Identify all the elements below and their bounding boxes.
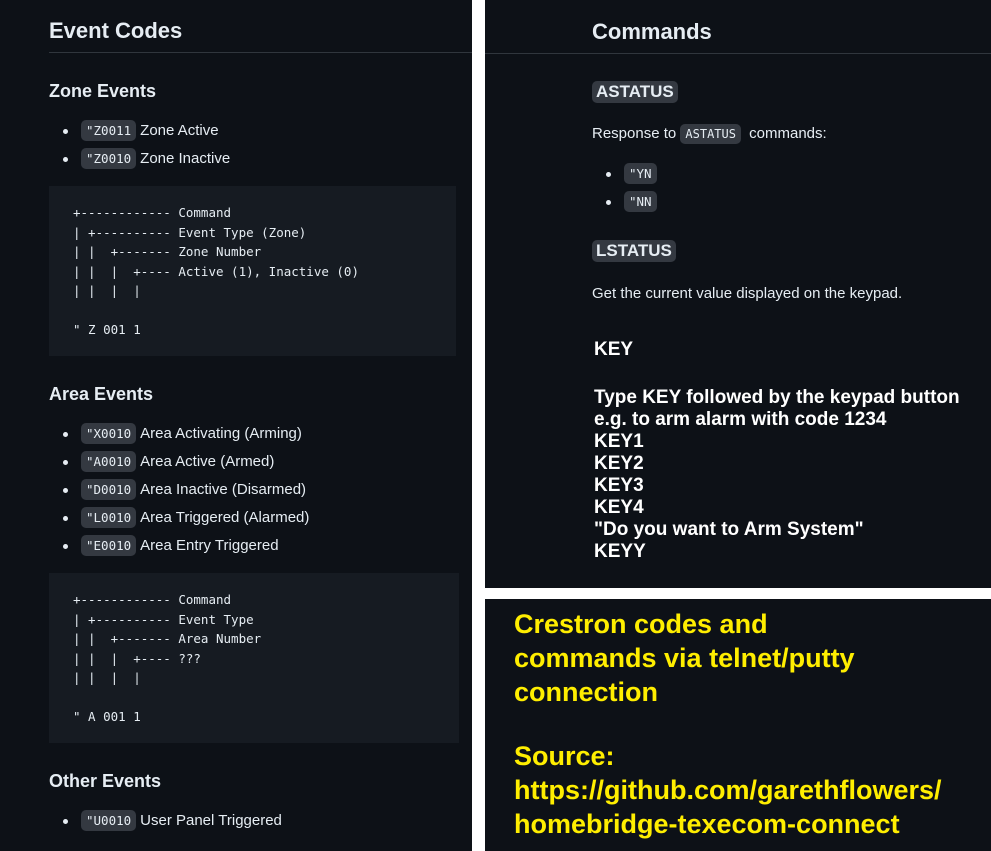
event-code: "Z0010	[81, 148, 137, 169]
list-item: "YN	[592, 160, 661, 188]
other-events-list: "U0010 User Panel Triggered	[49, 807, 282, 835]
key-line: e.g. to arm alarm with code 1234	[594, 409, 887, 430]
astatus-text-before: Response to	[592, 125, 677, 142]
list-item: "D0010 Area Inactive (Disarmed)	[49, 476, 309, 504]
list-item: "U0010 User Panel Triggered	[49, 807, 282, 835]
area-format-code-block: +------------ Command | +---------- Even…	[49, 573, 459, 743]
key-line: "Do you want to Arm System"	[594, 519, 864, 540]
key-line: KEY3	[594, 475, 644, 496]
event-code: "Z0011	[81, 120, 137, 141]
note-line: commands via telnet/putty	[514, 643, 855, 673]
commands-title: Commands	[592, 19, 712, 44]
event-codes-panel: Event Codes Zone Events "Z0011 Zone Activ…	[0, 0, 472, 851]
list-item: "Z0011 Zone Active	[49, 117, 230, 145]
note-line: connection	[514, 677, 659, 707]
event-code: "D0010	[81, 479, 137, 500]
event-label: Area Activating (Arming)	[140, 425, 302, 442]
event-code: "L0010	[81, 507, 137, 528]
key-line: KEY2	[594, 453, 644, 474]
astatus-inline-code: ASTATUS	[680, 124, 741, 144]
event-codes-title: Event Codes	[49, 18, 183, 43]
title-divider	[485, 53, 991, 54]
list-item: "E0010 Area Entry Triggered	[49, 532, 309, 560]
astatus-responses-list: "YN "NN	[592, 160, 661, 216]
list-item: "L0010 Area Triggered (Alarmed)	[49, 504, 309, 532]
astatus-heading: ASTATUS	[592, 81, 678, 103]
note-source: Source: https://github.com/garethflowers…	[514, 739, 942, 841]
list-item: "A0010 Area Active (Armed)	[49, 448, 309, 476]
commands-panel: Commands ASTATUS Response to ASTATUS com…	[485, 0, 991, 588]
astatus-text-after: commands:	[749, 125, 827, 142]
response-code: "NN	[624, 191, 657, 212]
zone-events-list: "Z0011 Zone Active "Z0010 Zone Inactive	[49, 117, 230, 173]
key-line: KEY4	[594, 497, 644, 518]
source-link: https://github.com/garethflowers/	[514, 775, 942, 805]
response-code: "YN	[624, 163, 657, 184]
event-code: "E0010	[81, 535, 137, 556]
lstatus-description: Get the current value displayed on the k…	[592, 285, 903, 302]
source-link: homebridge-texecom-connect	[514, 809, 900, 839]
other-events-heading: Other Events	[49, 771, 162, 791]
key-line: KEYY	[594, 541, 646, 562]
area-events-list: "X0010 Area Activating (Arming) "A0010 Are…	[49, 420, 309, 560]
list-item: "Z0010 Zone Inactive	[49, 145, 230, 173]
area-events-heading: Area Events	[49, 384, 154, 404]
key-line: Type KEY followed by the keypad button	[594, 387, 960, 408]
astatus-description: Response to ASTATUS commands:	[592, 124, 827, 144]
note-line: Crestron codes and	[514, 609, 768, 639]
event-label: Area Inactive (Disarmed)	[140, 481, 307, 498]
note-line: Source:	[514, 741, 615, 771]
source-note-panel: Crestron codes and commands via telnet/p…	[485, 599, 991, 851]
event-label: Area Triggered (Alarmed)	[140, 509, 310, 526]
zone-format-code-block: +------------ Command | +---------- Even…	[49, 186, 456, 356]
event-label: Zone Active	[140, 122, 219, 139]
list-item: "X0010 Area Activating (Arming)	[49, 420, 309, 448]
list-item: "NN	[592, 188, 661, 216]
key-command-section: KEY Type KEY followed by the keypad butt…	[594, 339, 984, 563]
lstatus-heading: LSTATUS	[592, 240, 676, 262]
event-label: User Panel Triggered	[140, 812, 282, 829]
event-label: Zone Inactive	[140, 150, 231, 167]
event-label: Area Active (Armed)	[140, 453, 275, 470]
key-line: KEY1	[594, 431, 644, 452]
zone-events-heading: Zone Events	[49, 81, 157, 101]
event-label: Area Entry Triggered	[140, 537, 279, 554]
note-description: Crestron codes and commands via telnet/p…	[514, 607, 855, 709]
event-code: "A0010	[81, 451, 137, 472]
key-heading: KEY	[594, 339, 634, 360]
event-code: "X0010	[81, 423, 137, 444]
title-divider	[49, 52, 472, 53]
event-code: "U0010	[81, 810, 137, 831]
